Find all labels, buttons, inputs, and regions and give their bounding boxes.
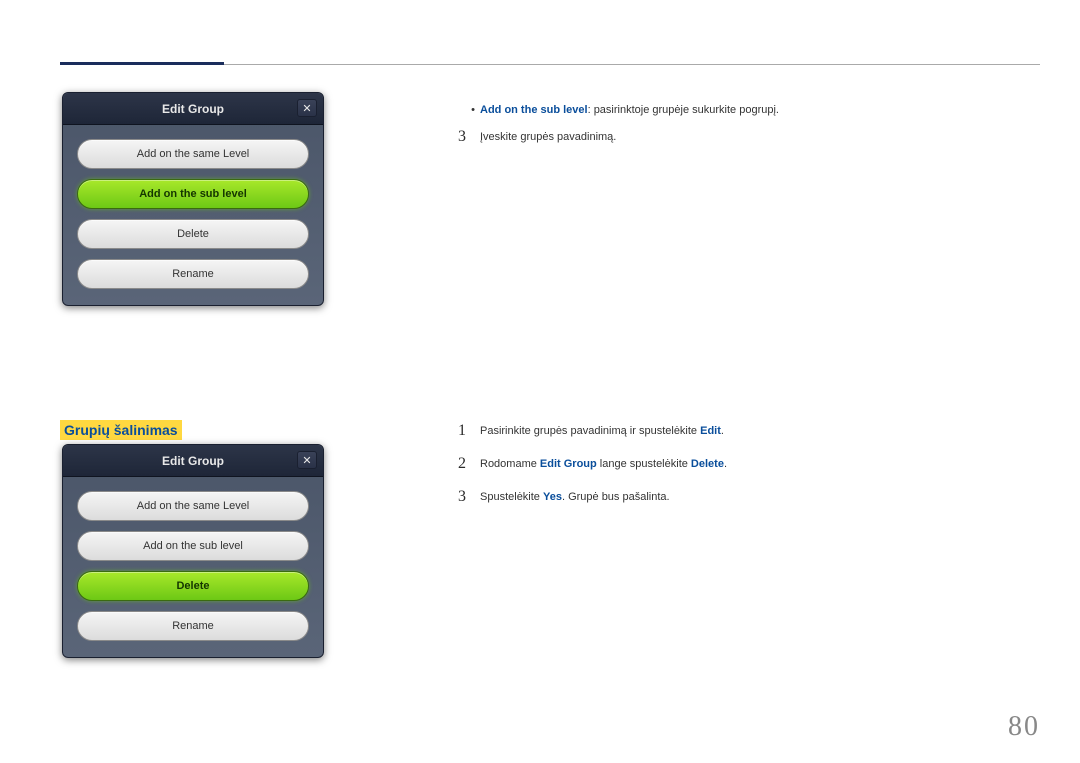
button-label: Add on the same Level xyxy=(137,148,250,160)
heading-label: Grupių šalinimas xyxy=(64,422,178,438)
section-heading: Grupių šalinimas xyxy=(60,420,182,440)
bullet-rest: : pasirinktoje grupėje sukurkite pogrupį… xyxy=(588,104,779,116)
step-part: . xyxy=(721,425,724,437)
button-label: Add on the sub level xyxy=(139,188,247,200)
add-same-level-button[interactable]: Add on the same Level xyxy=(77,139,309,169)
step-part: Spustelėkite xyxy=(480,491,543,503)
step-number: 2 xyxy=(458,455,480,473)
add-sub-level-button[interactable]: Add on the sub level xyxy=(77,179,309,209)
step-em: Edit Group xyxy=(540,458,597,470)
step-text: Spustelėkite Yes. Grupė bus pašalinta. xyxy=(480,491,670,503)
step-number: 3 xyxy=(458,488,480,506)
header-divider-accent xyxy=(60,62,224,65)
step-number: 1 xyxy=(458,422,480,440)
step-part: Rodomame xyxy=(480,458,540,470)
step-part: . Grupė bus pašalinta. xyxy=(562,491,670,503)
close-button[interactable]: ✕ xyxy=(297,99,317,117)
header-divider-line xyxy=(224,64,1040,65)
step-text: Rodomame Edit Group lange spustelėkite D… xyxy=(480,458,727,470)
delete-button[interactable]: Delete xyxy=(77,571,309,601)
step-row-2: 2 Rodomame Edit Group lange spustelėkite… xyxy=(458,455,727,473)
close-button[interactable]: ✕ xyxy=(297,451,317,469)
step-em: Delete xyxy=(691,458,724,470)
edit-group-dialog-1: Edit Group ✕ Add on the same Level Add o… xyxy=(62,92,324,306)
step-row-3: 3 Spustelėkite Yes. Grupė bus pašalinta. xyxy=(458,488,670,506)
step-em: Edit xyxy=(700,425,721,437)
button-label: Rename xyxy=(172,268,214,280)
step-part: Pasirinkite grupės pavadinimą ir spustel… xyxy=(480,425,700,437)
step-text: Įveskite grupės pavadinimą. xyxy=(480,131,616,143)
dialog-body: Add on the same Level Add on the sub lev… xyxy=(63,477,323,645)
step-row-top-3: 3 Įveskite grupės pavadinimą. xyxy=(458,128,616,146)
dialog-header: Edit Group ✕ xyxy=(63,93,323,125)
page-number: 80 xyxy=(1008,711,1040,743)
button-label: Add on the same Level xyxy=(137,500,250,512)
dialog-header: Edit Group ✕ xyxy=(63,445,323,477)
bullet-dot-icon: • xyxy=(466,104,480,116)
delete-button[interactable]: Delete xyxy=(77,219,309,249)
close-icon: ✕ xyxy=(302,102,311,115)
button-label: Delete xyxy=(176,580,209,592)
close-icon: ✕ xyxy=(302,454,311,467)
button-label: Add on the sub level xyxy=(143,540,243,552)
dialog-body: Add on the same Level Add on the sub lev… xyxy=(63,125,323,293)
edit-group-dialog-2: Edit Group ✕ Add on the same Level Add o… xyxy=(62,444,324,658)
step-part: . xyxy=(724,458,727,470)
button-label: Delete xyxy=(177,228,209,240)
add-same-level-button[interactable]: Add on the same Level xyxy=(77,491,309,521)
bullet-item: • Add on the sub level: pasirinktoje gru… xyxy=(466,104,779,116)
rename-button[interactable]: Rename xyxy=(77,259,309,289)
rename-button[interactable]: Rename xyxy=(77,611,309,641)
step-part: lange spustelėkite xyxy=(597,458,691,470)
dialog-title: Edit Group xyxy=(162,102,224,116)
bullet-em: Add on the sub level xyxy=(480,104,588,116)
add-sub-level-button[interactable]: Add on the sub level xyxy=(77,531,309,561)
step-number: 3 xyxy=(458,128,480,146)
step-row-1: 1 Pasirinkite grupės pavadinimą ir spust… xyxy=(458,422,724,440)
step-em: Yes xyxy=(543,491,562,503)
dialog-title: Edit Group xyxy=(162,454,224,468)
bullet-text: Add on the sub level: pasirinktoje grupė… xyxy=(480,104,779,116)
button-label: Rename xyxy=(172,620,214,632)
step-text: Pasirinkite grupės pavadinimą ir spustel… xyxy=(480,425,724,437)
